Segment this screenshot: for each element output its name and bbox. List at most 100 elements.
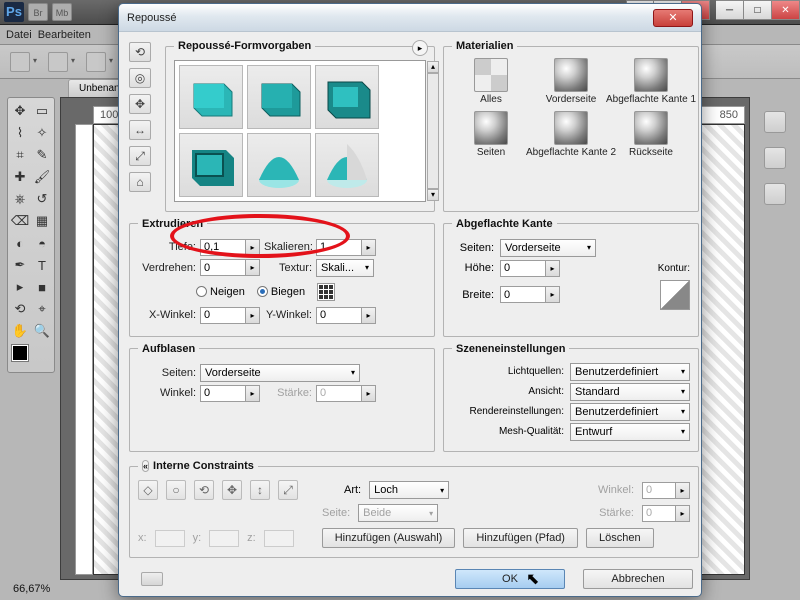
spinner-button[interactable]: ▸ — [362, 239, 376, 256]
dialog-titlebar[interactable]: Repoussé ✕ — [119, 4, 701, 32]
spinner-button[interactable]: ▸ — [246, 239, 260, 256]
spinner-button[interactable]: ▸ — [246, 307, 260, 324]
path-select-icon[interactable]: ▸ — [10, 277, 30, 297]
texture-select[interactable]: Skali...▾ — [316, 259, 374, 277]
styles-panel-icon[interactable] — [764, 183, 786, 205]
bevel-height-input[interactable] — [500, 260, 546, 277]
spinner-button[interactable]: ▸ — [246, 259, 260, 276]
constraint-icon[interactable]: ⟲ — [194, 480, 214, 500]
blur-tool-icon[interactable]: ◐ — [10, 233, 30, 253]
scale-input[interactable] — [316, 239, 362, 256]
preset-thumb[interactable] — [247, 65, 311, 129]
yangle-input[interactable] — [316, 307, 362, 324]
material-front[interactable]: Vorderseite — [536, 58, 606, 105]
zoom-level[interactable]: 66,67% — [13, 583, 50, 595]
heal-tool-icon[interactable]: ✚ — [10, 167, 30, 187]
twist-input[interactable] — [200, 259, 246, 276]
pen-tool-icon[interactable]: ✒ — [10, 255, 30, 275]
spinner-button[interactable]: ▸ — [546, 260, 560, 277]
doc-maximize-button[interactable]: □ — [744, 0, 772, 20]
stamp-tool-icon[interactable]: ⎈ — [10, 189, 30, 209]
ok-button[interactable]: OK — [455, 569, 565, 589]
preset-thumb[interactable] — [315, 65, 379, 129]
wand-tool-icon[interactable]: ✧ — [32, 123, 52, 143]
preset-thumb[interactable] — [247, 133, 311, 197]
presets-scrollbar[interactable]: ▴▾ — [427, 61, 439, 201]
material-bevel2[interactable]: Abgeflachte Kante 2 — [536, 111, 606, 158]
zoom-tool-icon[interactable]: 🔍 — [32, 321, 52, 341]
bend-radio[interactable]: Biegen — [257, 286, 305, 298]
slide-tool-icon[interactable]: ↔ — [129, 120, 151, 140]
color-swatches[interactable] — [10, 345, 52, 369]
material-all[interactable]: Alles — [456, 58, 526, 105]
pan-tool-icon[interactable]: ✥ — [129, 94, 151, 114]
mesh-select[interactable]: Entwurf▾ — [570, 423, 690, 441]
xangle-input[interactable] — [200, 307, 246, 324]
toolbar-tool-3[interactable] — [86, 52, 106, 72]
adjustments-panel-icon[interactable] — [764, 147, 786, 169]
spinner-button[interactable]: ▸ — [246, 385, 260, 402]
material-back[interactable]: Rückseite — [616, 111, 686, 158]
material-sides[interactable]: Seiten — [456, 111, 526, 158]
spinner-button[interactable]: ▸ — [362, 307, 376, 324]
layer-icon[interactable] — [141, 572, 163, 586]
lasso-tool-icon[interactable]: ⌇ — [10, 123, 30, 143]
origin-grid-icon[interactable] — [317, 283, 335, 301]
spinner-button[interactable]: ▸ — [546, 286, 560, 303]
render-select[interactable]: Benutzerdefiniert▾ — [570, 403, 690, 421]
bridge-icon[interactable]: Br — [28, 3, 48, 21]
3d-rotate-icon[interactable]: ⟲ — [10, 299, 30, 319]
constraint-icon[interactable]: ✥ — [222, 480, 242, 500]
inflate-angle-input[interactable] — [200, 385, 246, 402]
bevel-sides-select[interactable]: Vorderseite▾ — [500, 239, 596, 257]
marquee-tool-icon[interactable]: ▭ — [32, 101, 52, 121]
constraint-type-select[interactable]: Loch▾ — [369, 481, 449, 499]
preset-thumb[interactable] — [179, 65, 243, 129]
view-select[interactable]: Standard▾ — [570, 383, 690, 401]
doc-close-button[interactable]: ✕ — [772, 0, 800, 20]
preset-thumb[interactable] — [179, 133, 243, 197]
add-selection-button[interactable]: Hinzufügen (Auswahl) — [322, 528, 456, 548]
menu-edit[interactable]: Bearbeiten — [38, 29, 91, 41]
minibridge-icon[interactable]: Mb — [52, 3, 72, 21]
dialog-close-button[interactable]: ✕ — [653, 9, 693, 27]
bevel-width-input[interactable] — [500, 286, 546, 303]
delete-button[interactable]: Löschen — [586, 528, 654, 548]
type-tool-icon[interactable]: T — [32, 255, 52, 275]
gradient-tool-icon[interactable]: ▦ — [32, 211, 52, 231]
menu-file[interactable]: Datei — [6, 29, 32, 41]
material-bevel1[interactable]: Abgeflachte Kante 1 — [616, 58, 686, 105]
rotate-tool-icon[interactable]: ⟲ — [129, 42, 151, 62]
inflate-sides-select[interactable]: Vorderseite▾ — [200, 364, 360, 382]
collapse-button[interactable]: « — [142, 460, 149, 472]
crop-tool-icon[interactable]: ⌗ — [10, 145, 30, 165]
lights-select[interactable]: Benutzerdefiniert▾ — [570, 363, 690, 381]
depth-input[interactable] — [200, 239, 246, 256]
hand-tool-icon[interactable]: ✋ — [10, 321, 30, 341]
toolbar-tool-2[interactable] — [48, 52, 68, 72]
toolbar-tool-1[interactable] — [10, 52, 30, 72]
brush-tool-icon[interactable]: 🖌 — [32, 167, 52, 187]
dodge-tool-icon[interactable]: ◓ — [32, 233, 52, 253]
eraser-tool-icon[interactable]: ⌫ — [10, 211, 30, 231]
tilt-radio[interactable]: Neigen — [196, 286, 245, 298]
home-tool-icon[interactable]: ⌂ — [129, 172, 151, 192]
3d-camera-icon[interactable]: ⌖ — [32, 299, 52, 319]
doc-minimize-button[interactable]: ─ — [716, 0, 744, 20]
move-tool-icon[interactable]: ✥ — [10, 101, 30, 121]
history-brush-icon[interactable]: ↺ — [32, 189, 52, 209]
layers-panel-icon[interactable] — [764, 111, 786, 133]
cancel-button[interactable]: Abbrechen — [583, 569, 693, 589]
add-path-button[interactable]: Hinzufügen (Pfad) — [463, 528, 578, 548]
contour-picker[interactable] — [660, 280, 690, 310]
preset-thumb[interactable] — [315, 133, 379, 197]
eyedropper-tool-icon[interactable]: ✎ — [32, 145, 52, 165]
roll-tool-icon[interactable]: ◎ — [129, 68, 151, 88]
scale-tool-icon[interactable]: ⤢ — [129, 146, 151, 166]
constraint-icon[interactable]: ⤢ — [278, 480, 298, 500]
constraint-icon[interactable]: ↕ — [250, 480, 270, 500]
presets-flyout-button[interactable]: ▸ — [412, 40, 428, 56]
constraint-icon[interactable]: ○ — [166, 480, 186, 500]
shape-tool-icon[interactable]: ■ — [32, 277, 52, 297]
constraint-icon[interactable]: ◇ — [138, 480, 158, 500]
